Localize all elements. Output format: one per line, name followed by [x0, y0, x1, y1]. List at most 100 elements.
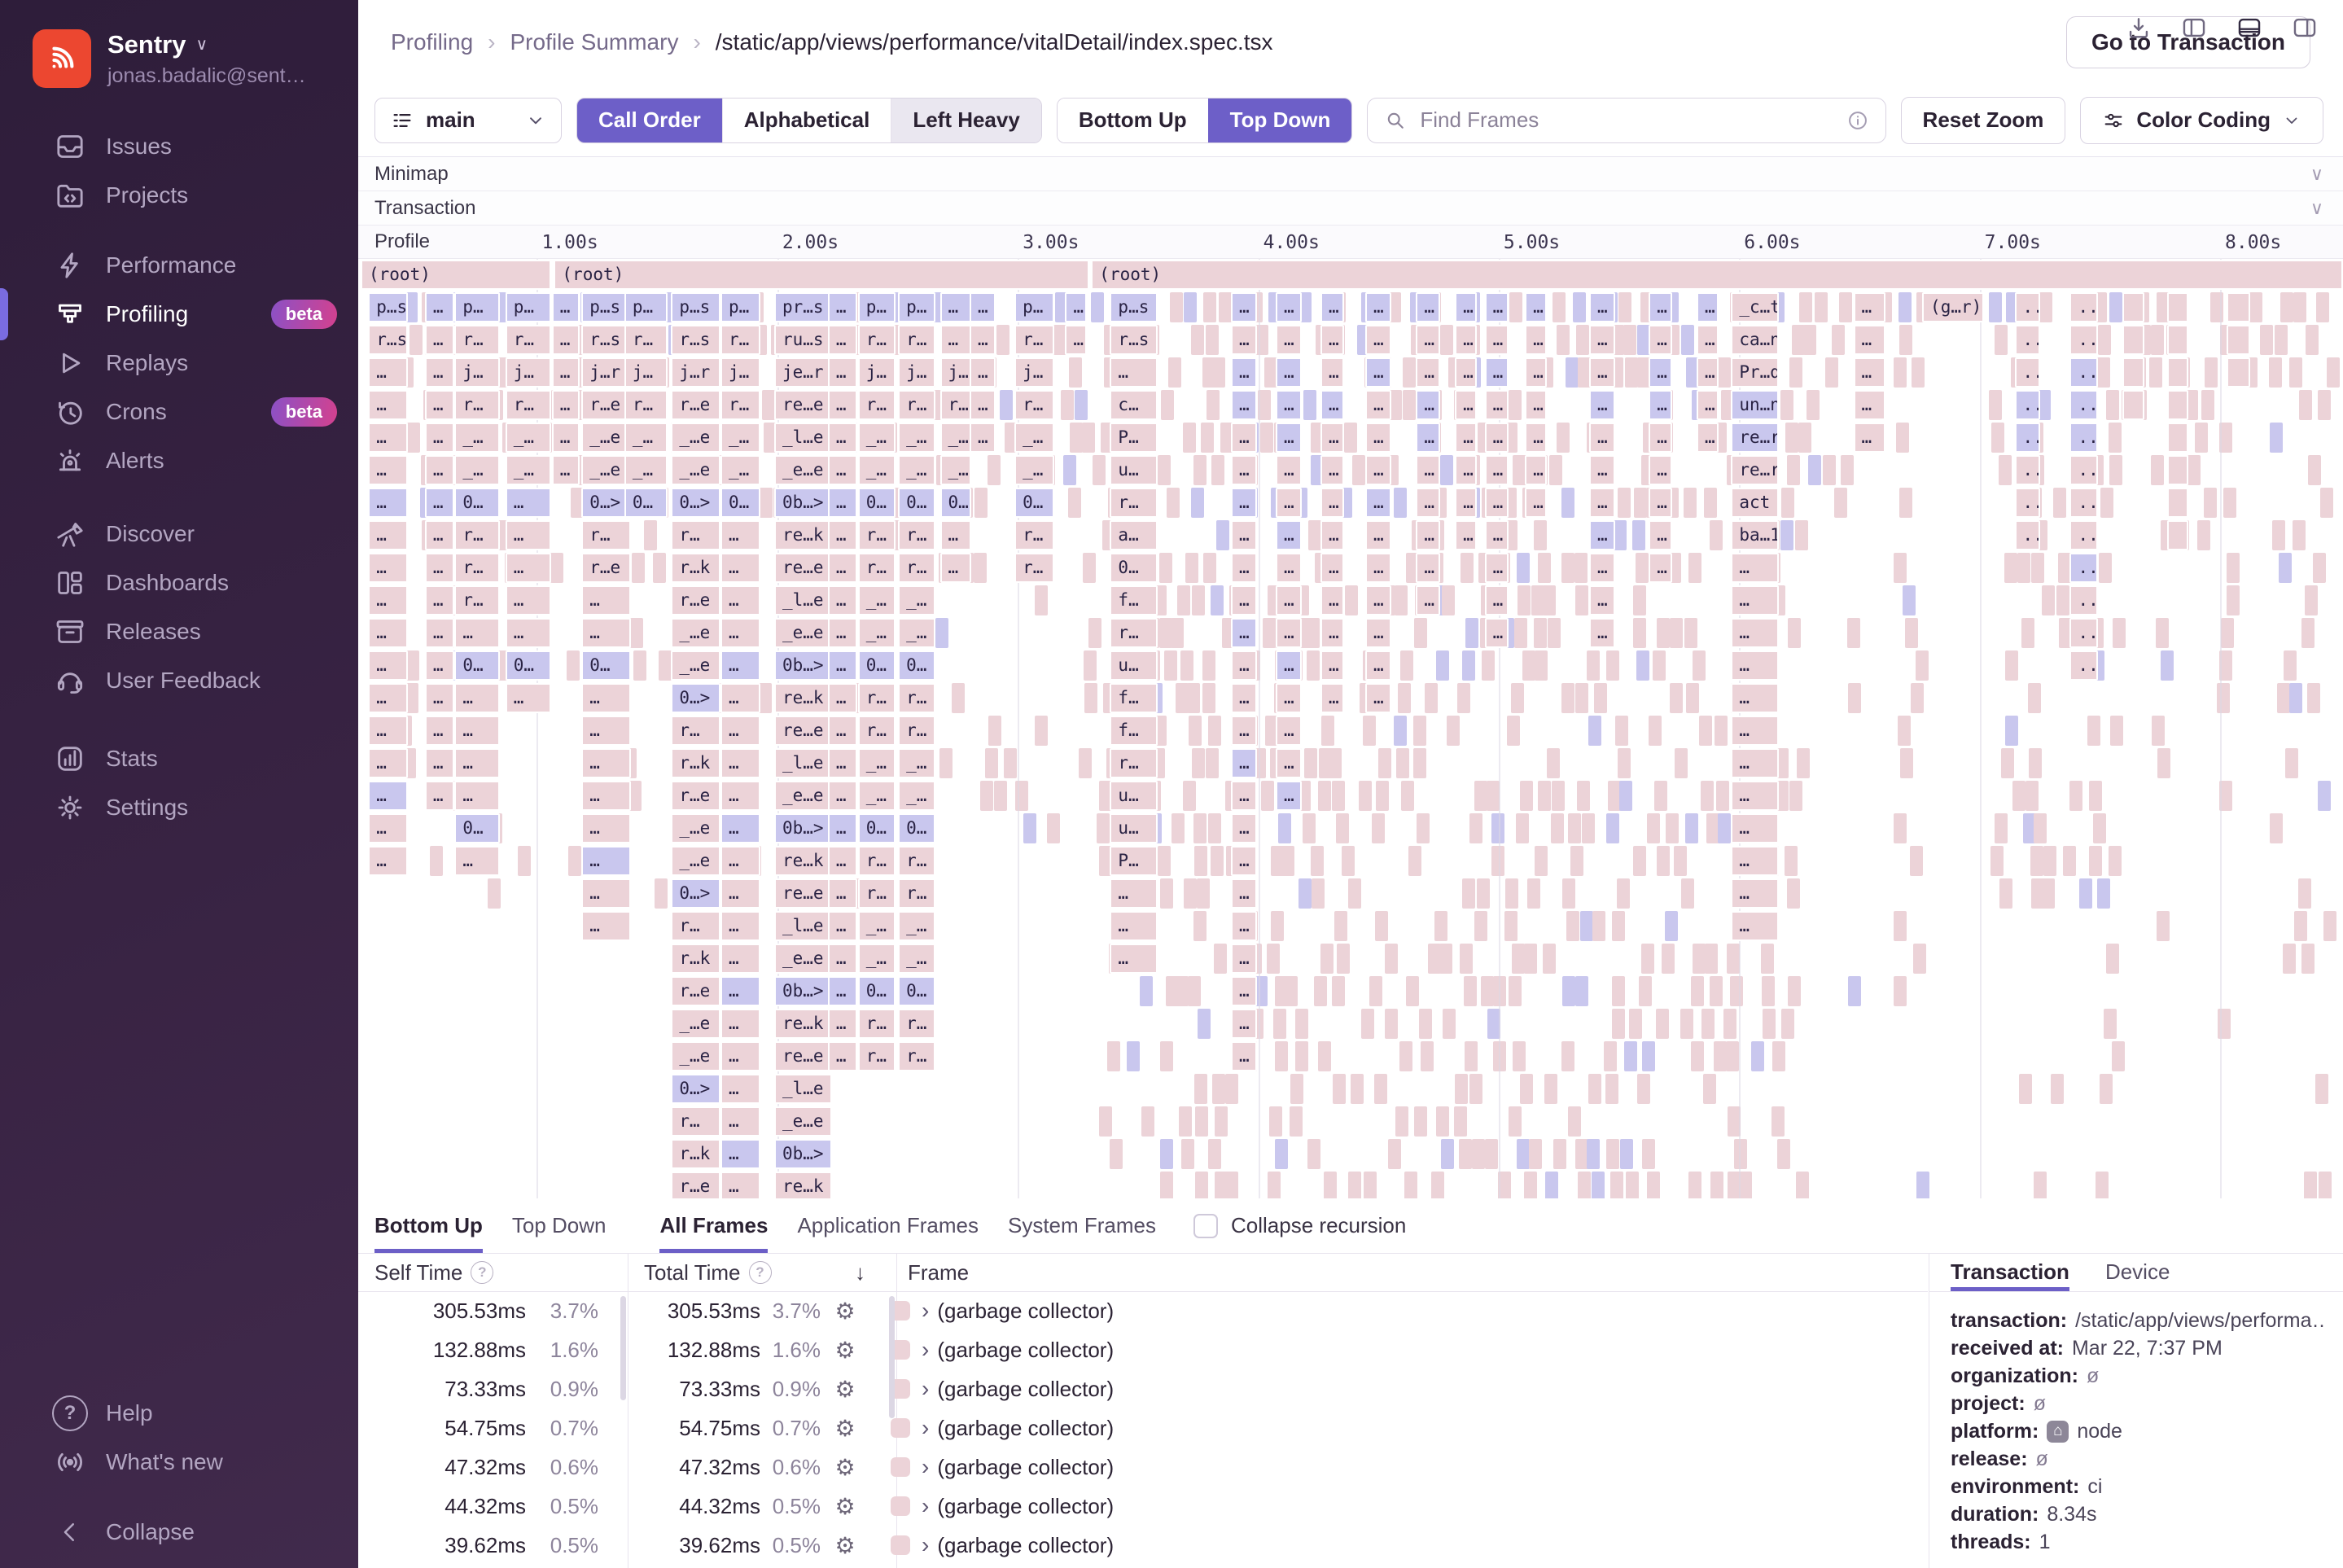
flame-frame[interactable]: [2122, 292, 2144, 322]
flame-frame[interactable]: [1623, 325, 1636, 355]
flame-frame[interactable]: …: [970, 292, 996, 322]
flame-frame[interactable]: …: [1525, 455, 1547, 485]
flame-frame[interactable]: …: [1365, 585, 1391, 615]
flame-frame[interactable]: [2275, 325, 2288, 355]
flame-frame[interactable]: [1620, 1139, 1633, 1169]
flame-frame[interactable]: …: [1525, 488, 1547, 518]
flame-frame[interactable]: [1633, 846, 1646, 876]
flame-frame[interactable]: r…: [898, 878, 935, 909]
flame-frame[interactable]: [974, 553, 987, 583]
flame-frame[interactable]: …: [1854, 357, 1885, 388]
flame-frame[interactable]: [1688, 553, 1701, 583]
flame-frame[interactable]: …: [1485, 357, 1509, 388]
flame-frame[interactable]: [1261, 781, 1274, 811]
sort-button-left-heavy[interactable]: Left Heavy: [891, 99, 1041, 142]
flame-frame[interactable]: [1529, 1139, 1542, 1169]
flame-frame[interactable]: …: [1416, 520, 1439, 550]
flame-frame[interactable]: [1990, 846, 2004, 876]
flame-frame[interactable]: …: [1320, 488, 1344, 518]
tab-application-frames[interactable]: Application Frames: [797, 1198, 979, 1253]
flame-frame[interactable]: …: [970, 357, 996, 388]
flame-frame[interactable]: [1723, 1009, 1736, 1039]
flame-frame[interactable]: …: [1320, 325, 1344, 355]
flame-frame[interactable]: f…: [1110, 683, 1157, 713]
flame-frame[interactable]: [1513, 1041, 1526, 1071]
flame-frame[interactable]: …: [454, 618, 500, 648]
flame-frame[interactable]: [1714, 1041, 1727, 1071]
flame-frame[interactable]: [1781, 488, 1794, 518]
flame-frame[interactable]: j…r: [581, 357, 631, 388]
flame-frame[interactable]: [2249, 292, 2262, 322]
flame-frame[interactable]: …: [970, 325, 996, 355]
flame-frame[interactable]: j…: [624, 357, 668, 388]
flame-frame[interactable]: [2318, 390, 2331, 420]
flame-frame[interactable]: r…: [898, 553, 935, 583]
flame-frame[interactable]: [2293, 292, 2306, 322]
flame-frame[interactable]: [2285, 748, 2298, 778]
flame-frame[interactable]: [1551, 813, 1564, 843]
flame-frame[interactable]: [1916, 650, 1929, 681]
sidebar-item-alerts[interactable]: Alerts: [0, 436, 358, 485]
flame-frame[interactable]: [1332, 781, 1345, 811]
flame-frame[interactable]: [1781, 1009, 1794, 1039]
flame-frame[interactable]: r…: [858, 846, 896, 876]
flame-frame[interactable]: …: [454, 846, 500, 876]
flame-frame[interactable]: [1637, 325, 1650, 355]
flame-frame[interactable]: [1454, 1106, 1467, 1137]
flame-frame[interactable]: re…e: [774, 716, 832, 746]
flame-frame[interactable]: …: [425, 390, 455, 420]
chevron-right-icon[interactable]: ›: [910, 1376, 937, 1402]
flame-frame[interactable]: [1440, 455, 1453, 485]
flame-frame[interactable]: [1290, 1106, 1303, 1137]
flame-frame[interactable]: re…k: [774, 1172, 832, 1198]
flame-frame[interactable]: …: [1320, 455, 1344, 485]
flame-frame[interactable]: [1406, 976, 1419, 1006]
flame-frame[interactable]: [2301, 944, 2315, 974]
flame-frame[interactable]: …: [425, 292, 455, 322]
flame-frame[interactable]: [2289, 683, 2302, 713]
flame-frame[interactable]: 0b…>: [774, 650, 832, 681]
scrollbar-thumb[interactable]: [620, 1296, 626, 1400]
flame-frame[interactable]: …: [581, 716, 631, 746]
flame-frame[interactable]: …: [720, 781, 760, 811]
flame-frame[interactable]: r…: [506, 325, 551, 355]
flame-frame[interactable]: 0b…>: [774, 488, 832, 518]
flame-frame[interactable]: [1699, 716, 1712, 746]
flame-frame[interactable]: [1517, 553, 1530, 583]
flame-frame[interactable]: [1649, 716, 1662, 746]
flame-frame[interactable]: 0b…>: [774, 1139, 832, 1169]
flame-frame[interactable]: _…: [624, 455, 668, 485]
flame-frame[interactable]: ..: [2069, 585, 2097, 615]
flame-frame[interactable]: [1612, 976, 1625, 1006]
flame-frame[interactable]: [1398, 683, 1411, 713]
flame-frame[interactable]: …: [970, 390, 996, 420]
flame-frame[interactable]: …: [1731, 683, 1778, 713]
flame-frame[interactable]: …: [581, 846, 631, 876]
flame-frame[interactable]: …: [720, 520, 760, 550]
flame-frame[interactable]: p…: [454, 292, 500, 322]
flame-frame[interactable]: [2299, 390, 2312, 420]
flame-frame[interactable]: …: [1697, 292, 1719, 322]
chevron-right-icon[interactable]: ›: [910, 1298, 937, 1324]
flame-frame[interactable]: [1172, 813, 1185, 843]
layout-left-panel-icon[interactable]: [2180, 14, 2208, 42]
flame-frame[interactable]: [1574, 553, 1588, 583]
flame-frame[interactable]: …: [368, 846, 408, 876]
flame-frame[interactable]: [1176, 976, 1189, 1006]
flame-frame[interactable]: [2167, 520, 2189, 550]
flame-frame[interactable]: [994, 781, 1007, 811]
flame-frame[interactable]: _…: [898, 423, 935, 453]
flame-frame[interactable]: …: [940, 553, 972, 583]
flame-frame[interactable]: [1314, 976, 1327, 1006]
chevron-right-icon[interactable]: ›: [910, 1337, 937, 1363]
flame-frame[interactable]: …: [1455, 390, 1477, 420]
flame-frame[interactable]: …: [506, 520, 551, 550]
flame-frame[interactable]: [1047, 813, 1060, 843]
flame-frame[interactable]: [1421, 1041, 1434, 1071]
flame-frame[interactable]: [2223, 488, 2236, 518]
flame-frame[interactable]: [1097, 813, 1110, 843]
flame-frame[interactable]: …: [1589, 618, 1615, 648]
flame-frame[interactable]: [1160, 1041, 1173, 1071]
flame-frame[interactable]: …: [1649, 520, 1672, 550]
flame-frame[interactable]: …: [1455, 455, 1477, 485]
